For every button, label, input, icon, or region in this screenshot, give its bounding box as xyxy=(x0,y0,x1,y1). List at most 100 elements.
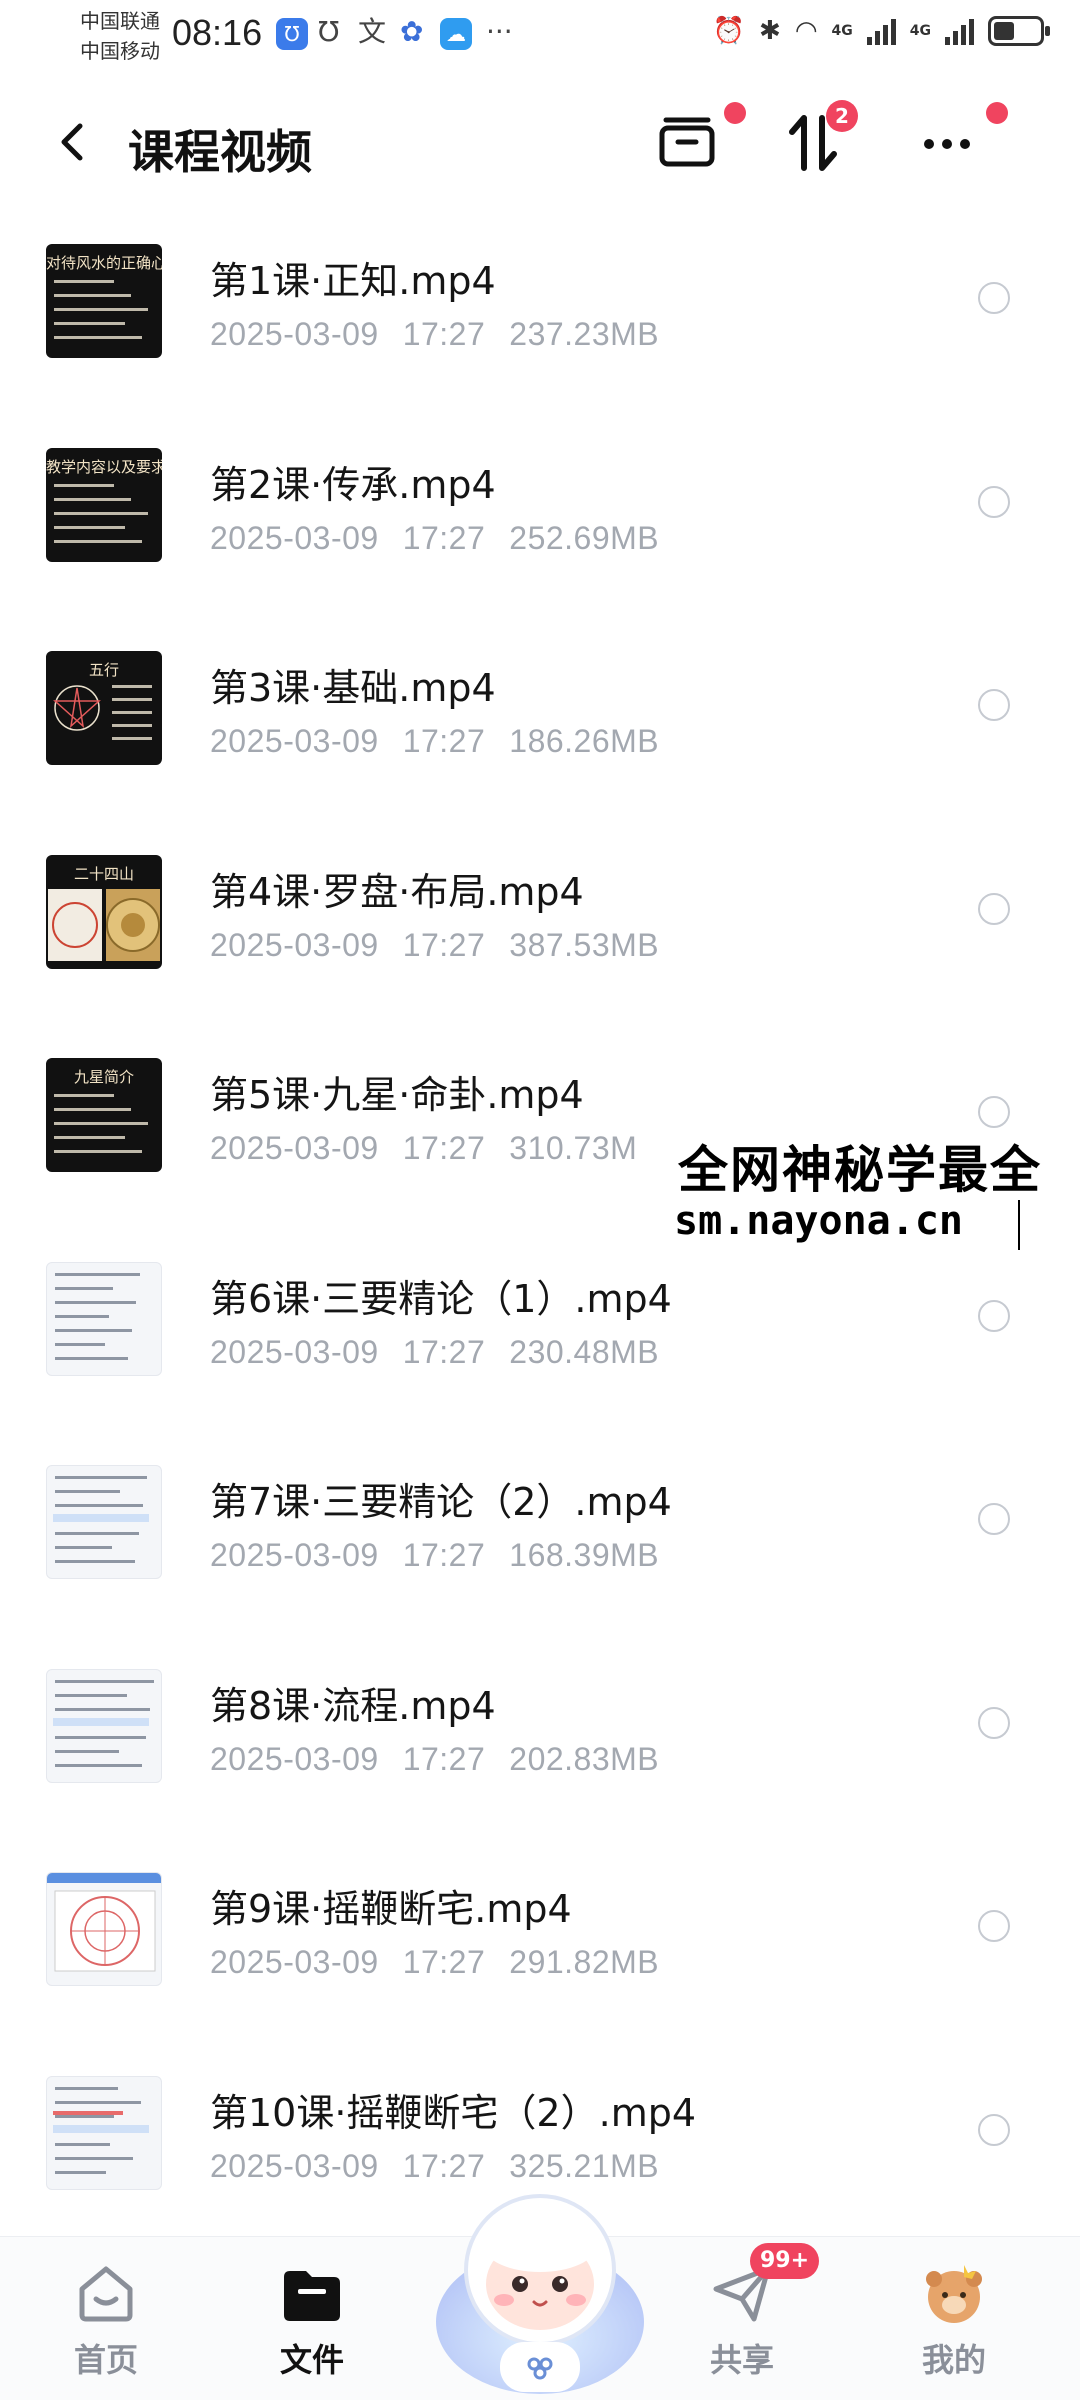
select-mode-button[interactable] xyxy=(652,102,746,178)
thumbnail-highlight xyxy=(53,2110,123,2115)
select-checkbox[interactable] xyxy=(978,2113,1010,2146)
thumbnail-text-line xyxy=(54,322,125,325)
sort-badge: 2 xyxy=(826,100,858,132)
thumbnail-text-line xyxy=(55,1342,105,1346)
thumbnail-text-line xyxy=(54,1136,125,1139)
share-badge: 99+ xyxy=(750,2243,820,2279)
file-row[interactable]: 五行 第3课·基础.mp4 2025-03-09 17:27 186.26MB xyxy=(0,639,1080,843)
nav-mine[interactable]: 我的 xyxy=(884,2237,1024,2400)
select-checkbox[interactable] xyxy=(978,1910,1010,1942)
select-checkbox[interactable] xyxy=(978,1096,1010,1128)
text-cursor xyxy=(1018,1200,1020,1250)
file-size: 237.23MB xyxy=(509,316,660,352)
file-date: 2025-03-09 xyxy=(210,1740,379,1777)
sort-button[interactable]: 2 xyxy=(778,100,858,178)
thumbnail-highlight xyxy=(53,1717,149,1726)
file-name: 第4课·罗盘·布局.mp4 xyxy=(210,869,584,914)
video-thumbnail xyxy=(46,2075,162,2190)
translate-app-icon: 文 xyxy=(358,15,387,48)
ai-assistant-mascot-button[interactable] xyxy=(430,2172,650,2400)
select-checkbox[interactable] xyxy=(978,1503,1010,1535)
file-name: 第6课·三要精论（1）.mp4 xyxy=(210,1276,672,1321)
thumbnail-title: 对待风水的正确心态 xyxy=(46,254,162,272)
select-checkbox[interactable] xyxy=(978,689,1010,721)
notification-dot xyxy=(986,102,1008,124)
file-meta: 2025-03-09 17:27 168.39MB xyxy=(210,1537,683,1574)
video-thumbnail xyxy=(46,1261,162,1376)
thumbnail-text-line xyxy=(55,1749,119,1753)
file-time: 17:27 xyxy=(402,1333,486,1370)
nav-share[interactable]: 99+ 共享 xyxy=(672,2237,820,2400)
file-meta: 2025-03-09 17:27 237.23MB xyxy=(210,316,683,353)
video-thumbnail: 教学内容以及要求 xyxy=(46,447,162,562)
battery-level xyxy=(994,22,1014,40)
file-row[interactable]: 对待风水的正确心态 第1课·正知.mp4 2025-03-09 17:27 237.23… xyxy=(0,232,1080,436)
home-icon xyxy=(79,2266,133,2322)
file-row[interactable]: 教学内容以及要求 第2课·传承.mp4 2025-03-09 17:27 252.69M… xyxy=(0,436,1080,640)
thumbnail-text-line xyxy=(55,1286,113,1290)
file-name: 第5课·九星·命卦.mp4 xyxy=(210,1073,584,1117)
status-time: 08:16 xyxy=(172,12,263,53)
file-date: 2025-03-09 xyxy=(210,2147,379,2184)
thumbnail-text-line xyxy=(55,1560,135,1563)
select-checkbox[interactable] xyxy=(978,892,1010,925)
file-size: 202.83MB xyxy=(509,1740,660,1777)
file-row[interactable]: 二十四山 第4课·罗盘·布局.mp4 2025-03-09 17:27 387.53MB xyxy=(0,843,1080,1047)
thumbnail-text-line xyxy=(112,698,152,701)
more-dots-icon xyxy=(924,139,970,149)
select-checkbox[interactable] xyxy=(978,1706,1010,1739)
thumbnail-text-line xyxy=(54,308,148,311)
top-bar: 课程视频 2 xyxy=(0,90,1080,200)
nav-share-label: 共享 xyxy=(709,2341,774,2379)
file-name: 第10课·摇鞭断宅（2）.mp4 xyxy=(210,2090,697,2135)
file-date: 2025-03-09 xyxy=(210,1944,379,1980)
file-row[interactable]: 第7课·三要精论（2）.mp4 2025-03-09 17:27 168.39MB xyxy=(0,1453,1080,1657)
battery-icon xyxy=(988,16,1050,46)
file-name: 第1课·正知.mp4 xyxy=(210,259,496,303)
wifi-icon: ◠ xyxy=(794,16,818,46)
u-app-icon: Ʊ xyxy=(318,15,340,48)
baidu-app-icon: ✿ xyxy=(400,15,424,48)
nav-mine-label: 我的 xyxy=(921,2341,986,2379)
carrier-2: 中国移动 xyxy=(80,39,160,63)
thumbnail-text-line xyxy=(55,1679,154,1683)
file-time: 17:27 xyxy=(402,1944,486,1980)
file-size: 310.73M xyxy=(509,1130,638,1166)
thumbnail-text-line xyxy=(55,1707,150,1711)
file-meta: 2025-03-09 17:27 252.69MB xyxy=(210,520,683,557)
more-options-button[interactable] xyxy=(912,102,1008,178)
folder-icon xyxy=(284,2271,340,2321)
network-type-2: 4G xyxy=(909,23,931,39)
nav-files-label: 文件 xyxy=(279,2341,344,2379)
select-checkbox[interactable] xyxy=(978,282,1010,314)
back-arrow-icon[interactable] xyxy=(50,118,98,166)
nav-files[interactable]: 文件 xyxy=(242,2237,382,2400)
file-row[interactable]: 第6课·三要精论（1）.mp4 2025-03-09 17:27 230.48MB xyxy=(0,1250,1080,1454)
thumbnail-text-line xyxy=(54,511,148,515)
alarm-clock-icon: ⏰ xyxy=(712,16,746,46)
file-row[interactable]: 第9课·摇鞭断宅.mp4 2025-03-09 17:27 291.82MB xyxy=(0,1860,1080,2064)
thumbnail-text-line xyxy=(54,497,131,501)
file-name: 第3课·基础.mp4 xyxy=(210,666,496,710)
thumbnail-text-line xyxy=(54,1150,142,1153)
nav-home[interactable]: 首页 xyxy=(36,2237,176,2400)
thumbnail-title: 九星简介 xyxy=(73,1068,134,1086)
thumbnail-text-line xyxy=(54,1094,114,1097)
file-meta: 2025-03-09 17:27 291.82MB xyxy=(210,1944,683,1981)
thumbnail-text-line xyxy=(55,2142,110,2146)
file-date: 2025-03-09 xyxy=(210,723,379,759)
thumbnail-text-line xyxy=(54,539,142,543)
thumbnail-highlight xyxy=(53,2124,149,2133)
thumbnail-text-line xyxy=(55,1314,109,1318)
select-checkbox[interactable] xyxy=(978,485,1010,518)
status-right-icons: ⏰ ✱ ◠ 4G 4G xyxy=(712,16,1050,46)
select-checkbox[interactable] xyxy=(978,1299,1010,1332)
file-meta: 2025-03-09 17:27 230.48MB xyxy=(210,1334,683,1371)
thumbnail-text-line xyxy=(112,711,152,714)
file-row[interactable]: 第8课·流程.mp4 2025-03-09 17:27 202.83MB xyxy=(0,1657,1080,1861)
thumbnail-text-line xyxy=(55,1328,132,1332)
thumbnail-text-line xyxy=(112,737,152,740)
floor-plan-icon xyxy=(47,1873,161,1972)
carrier-1: 中国联通 xyxy=(80,9,160,33)
file-size: 387.53MB xyxy=(509,926,660,963)
